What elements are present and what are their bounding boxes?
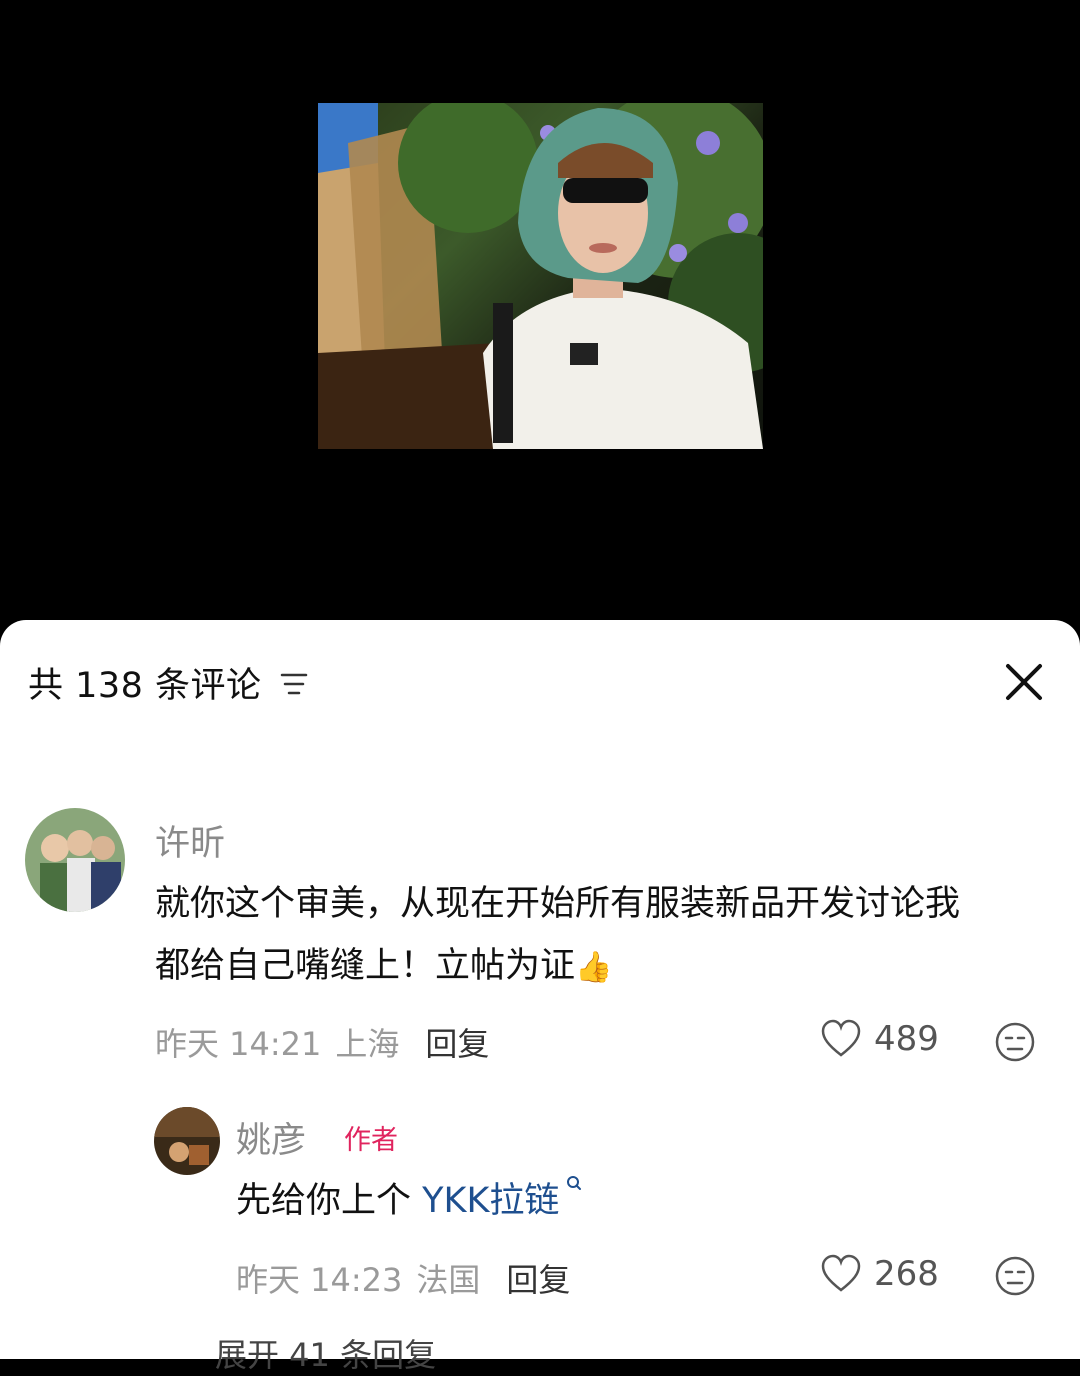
reply-button[interactable]: 回复 bbox=[506, 1255, 570, 1301]
comment-text-line: 都给自己嘴缝上！立帖为证👍 bbox=[155, 946, 613, 986]
media-viewer[interactable] bbox=[0, 0, 1080, 640]
thumbs-up-emoji: 👍 bbox=[575, 950, 613, 985]
reply-avatar[interactable] bbox=[154, 1107, 220, 1175]
comment-text-line: 就你这个审美，从现在开始所有服装新品开发讨论我 bbox=[155, 884, 961, 924]
heart-icon bbox=[821, 1254, 861, 1292]
like-button[interactable]: 489 bbox=[820, 1019, 939, 1059]
like-button[interactable]: 268 bbox=[820, 1254, 939, 1294]
close-icon[interactable] bbox=[1002, 660, 1046, 704]
reply-text[interactable]: 先给你上个 YKK拉链 bbox=[236, 1170, 582, 1232]
like-count: 268 bbox=[874, 1254, 939, 1294]
reply-location: 法国 bbox=[416, 1261, 481, 1299]
comment-time: 昨天 14:21 bbox=[155, 1025, 322, 1063]
comment-username[interactable]: 许昕 bbox=[155, 815, 225, 866]
reply-meta: 昨天 14:23 法国 回复 bbox=[236, 1255, 570, 1301]
reply-button[interactable]: 回复 bbox=[425, 1019, 489, 1065]
comment-meta: 昨天 14:21 上海 回复 bbox=[155, 1019, 489, 1065]
reply-time: 昨天 14:23 bbox=[236, 1261, 403, 1299]
like-count: 489 bbox=[874, 1019, 939, 1059]
comment-location: 上海 bbox=[335, 1025, 400, 1063]
search-link[interactable]: YKK拉链 bbox=[422, 1181, 559, 1221]
expand-replies-button[interactable]: 展开 41 条回复 bbox=[215, 1330, 436, 1376]
comments-header: 共 138 条评论 bbox=[28, 660, 308, 706]
dislike-face-icon[interactable] bbox=[994, 1021, 1036, 1063]
search-icon[interactable] bbox=[565, 1174, 583, 1194]
dislike-face-icon[interactable] bbox=[994, 1255, 1036, 1297]
comment-text[interactable]: 就你这个审美，从现在开始所有服装新品开发讨论我 都给自己嘴缝上！立帖为证👍 bbox=[155, 873, 960, 999]
avatar[interactable] bbox=[25, 808, 125, 912]
heart-icon bbox=[821, 1019, 861, 1057]
post-image[interactable] bbox=[318, 103, 763, 449]
author-badge: 作者 bbox=[344, 1125, 398, 1156]
sort-icon[interactable] bbox=[280, 671, 308, 697]
comment-count: 共 138 条评论 bbox=[28, 665, 262, 706]
reply-username[interactable]: 姚彦 bbox=[236, 1112, 306, 1163]
